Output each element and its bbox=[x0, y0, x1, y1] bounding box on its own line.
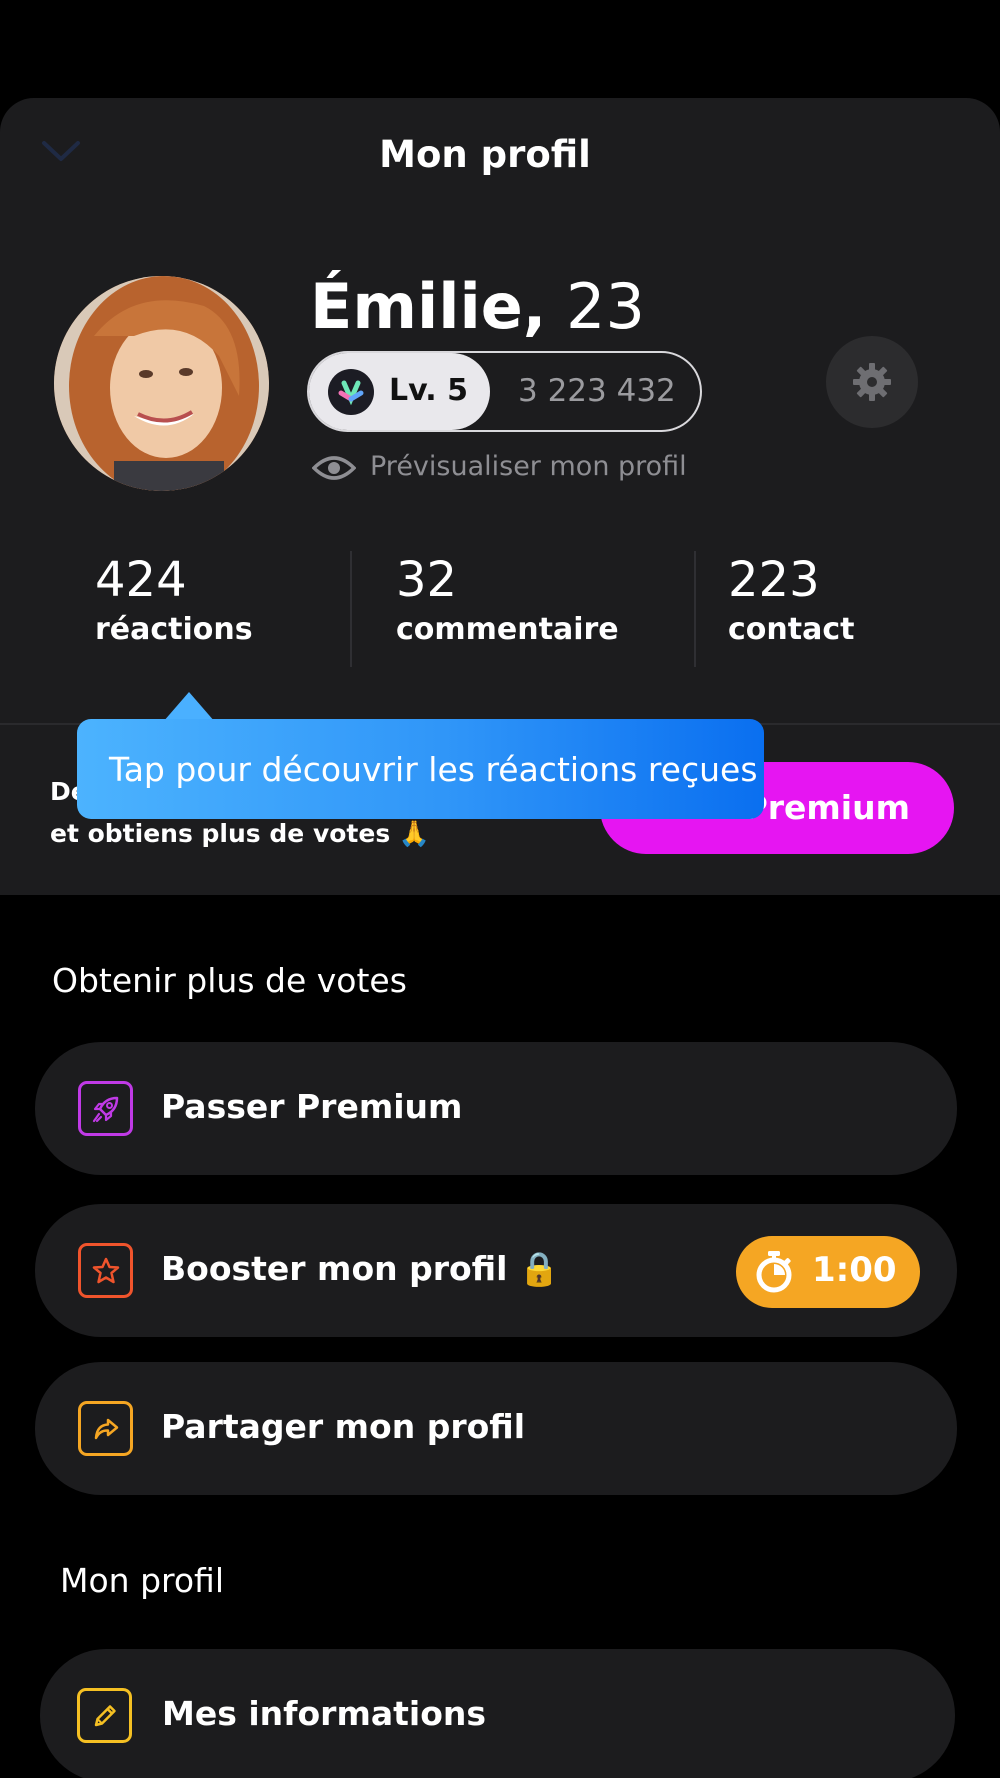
level-badge: Lv. 5 bbox=[309, 353, 490, 430]
stat-value: 223 bbox=[728, 552, 820, 608]
star-icon bbox=[78, 1243, 133, 1298]
stat-contacts[interactable]: 223 contact bbox=[728, 552, 854, 647]
row-label: Booster mon profil 🔒 bbox=[161, 1249, 561, 1288]
level-label: Lv. 5 bbox=[389, 373, 468, 408]
divider bbox=[694, 551, 696, 667]
mes-informations-row[interactable]: Mes informations bbox=[40, 1649, 955, 1778]
level-pill[interactable]: Lv. 5 3 223 432 bbox=[307, 351, 702, 432]
divider bbox=[350, 551, 352, 667]
promo-line-2: et obtiens plus de votes 🙏 bbox=[50, 819, 431, 848]
rocket-icon bbox=[78, 1081, 133, 1136]
eye-icon bbox=[312, 456, 356, 480]
boost-timer-button[interactable]: 1:00 bbox=[736, 1236, 920, 1308]
share-icon bbox=[78, 1401, 133, 1456]
avatar[interactable] bbox=[54, 276, 269, 491]
passer-premium-row[interactable]: Passer Premium bbox=[35, 1042, 957, 1175]
level-logo-icon bbox=[328, 369, 374, 415]
partager-profil-row[interactable]: Partager mon profil bbox=[35, 1362, 957, 1495]
row-label: Passer Premium bbox=[161, 1087, 463, 1126]
section-title-profile: Mon profil bbox=[60, 1561, 225, 1600]
stat-label: contact bbox=[728, 612, 855, 647]
profile-age: 23 bbox=[566, 270, 645, 343]
stopwatch-icon bbox=[756, 1251, 792, 1293]
stat-value: 424 bbox=[95, 552, 187, 608]
stat-label: réactions bbox=[95, 612, 253, 647]
pencil-icon bbox=[77, 1688, 132, 1743]
stat-comments[interactable]: 32 commentaire bbox=[396, 552, 619, 647]
row-label: Mes informations bbox=[162, 1694, 487, 1733]
preview-label: Prévisualiser mon profil bbox=[370, 451, 687, 482]
row-label: Partager mon profil bbox=[161, 1407, 526, 1446]
stat-value: 32 bbox=[396, 552, 458, 608]
section-title-votes: Obtenir plus de votes bbox=[52, 961, 407, 1000]
page-title: Mon profil bbox=[379, 133, 591, 176]
stat-reactions[interactable]: 424 réactions bbox=[95, 552, 253, 647]
gear-icon bbox=[853, 363, 891, 401]
points-value: 3 223 432 bbox=[518, 373, 676, 409]
profile-first-name: Émilie, bbox=[310, 270, 547, 343]
settings-button[interactable] bbox=[826, 336, 918, 428]
profile-name: Émilie, 23 bbox=[310, 270, 645, 343]
timer-value: 1:00 bbox=[812, 1250, 897, 1290]
booster-profil-row[interactable]: Booster mon profil 🔒 1:00 bbox=[35, 1204, 957, 1337]
tooltip-arrow bbox=[163, 692, 215, 722]
reactions-tooltip[interactable]: Tap pour découvrir les réactions reçues bbox=[77, 719, 764, 819]
stat-label: commentaire bbox=[396, 612, 619, 647]
